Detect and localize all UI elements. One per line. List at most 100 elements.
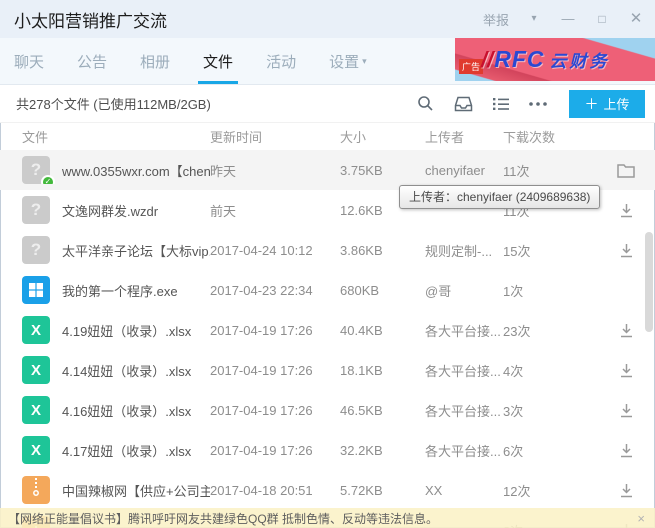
close-button[interactable]: ✕ <box>627 10 645 28</box>
file-name: 4.14妞妞（收录）.xlsx <box>62 363 192 379</box>
file-downloads: 3次 <box>503 403 524 419</box>
file-time: 前天 <box>210 203 237 219</box>
tab-label: 文件 <box>203 53 234 71</box>
file-time: 2017-04-18 20:51 <box>210 482 313 498</box>
inbox-icon <box>454 96 473 112</box>
list-view-icon <box>493 97 509 111</box>
download-icon[interactable] <box>619 483 634 498</box>
uploader-tooltip: 上传者：chenyifaer (2409689638) <box>399 185 601 209</box>
file-downloads: 1次 <box>503 283 524 299</box>
file-downloads: 12次 <box>503 483 531 499</box>
search-button[interactable] <box>417 95 434 112</box>
notice-text: 【网络正能量倡议书】腾讯呼吁网友共建绿色QQ群 抵制色情、反动等违法信息。 <box>8 511 439 526</box>
column-header-updated[interactable]: 更新时间 <box>210 127 340 146</box>
tab-label: 活动 <box>266 53 297 71</box>
report-button[interactable]: 举报 <box>483 10 509 29</box>
file-uploader[interactable]: @哥 <box>425 281 503 300</box>
file-downloads: 15次 <box>503 243 531 259</box>
minimize-button[interactable]: — <box>559 10 577 28</box>
column-header-downloads[interactable]: 下载次数 <box>503 127 603 146</box>
excel-x-glyph: X <box>30 361 41 379</box>
folder-icon[interactable] <box>617 163 635 178</box>
file-name: 我的第一个程序.exe <box>62 283 178 299</box>
file-name: 4.16妞妞（收录）.xlsx <box>62 403 192 419</box>
column-header-uploader[interactable]: 上传者 <box>425 127 503 146</box>
file-time: 2017-04-19 17:26 <box>210 362 313 378</box>
ad-brand-suffix: 云财务 <box>549 52 610 71</box>
tab-settings[interactable]: 设置 ▾ <box>329 38 367 84</box>
file-size: 40.4KB <box>340 322 383 338</box>
file-uploader[interactable]: 各大平台接... <box>425 361 503 380</box>
file-name: 4.19妞妞（收录）.xlsx <box>62 323 192 339</box>
list-view-button[interactable] <box>493 97 509 111</box>
tab-activity[interactable]: 活动 <box>266 38 296 84</box>
column-header-file[interactable]: 文件 <box>22 127 210 146</box>
unknown-file-icon: ? ✓ <box>22 156 55 184</box>
file-uploader[interactable]: chenyifaer <box>425 163 503 178</box>
ad-tag-label: 广告 <box>459 59 484 74</box>
excel-file-icon: X <box>22 396 50 424</box>
table-row[interactable]: 我的第一个程序.exe 2017-04-23 22:34 680KB @哥 1次 <box>0 270 655 310</box>
more-button[interactable] <box>529 101 547 106</box>
file-uploader[interactable]: 各大平台接... <box>425 401 503 420</box>
file-name: 太平洋亲子论坛【大标vip... <box>62 243 210 259</box>
excel-x-glyph: X <box>30 401 41 419</box>
file-time: 2017-04-19 17:26 <box>210 442 313 458</box>
download-icon[interactable] <box>619 323 634 338</box>
file-size: 5.72KB <box>340 482 383 498</box>
file-uploader[interactable]: 规则定制-... <box>425 241 503 260</box>
file-size: 680KB <box>340 282 380 298</box>
file-time: 昨天 <box>210 163 237 179</box>
table-row[interactable]: X 4.16妞妞（收录）.xlsx 2017-04-19 17:26 46.5K… <box>0 390 655 430</box>
table-row[interactable]: X 4.19妞妞（收录）.xlsx 2017-04-19 17:26 40.4K… <box>0 310 655 350</box>
notice-bar: 【网络正能量倡议书】腾讯呼吁网友共建绿色QQ群 抵制色情、反动等违法信息。 × <box>0 508 655 528</box>
download-icon[interactable] <box>619 443 634 458</box>
table-row[interactable]: ? 太平洋亲子论坛【大标vip... 2017-04-24 10:12 3.86… <box>0 230 655 270</box>
ad-banner[interactable]: 广告 //RFC 云财务 <box>455 38 655 81</box>
excel-file-icon: X <box>22 436 50 464</box>
file-toolbar: 共278个文件 (已使用112MB/2GB) ＋ 上传 <box>0 85 655 122</box>
download-icon[interactable] <box>619 243 634 258</box>
inbox-button[interactable] <box>454 96 473 112</box>
table-row[interactable]: ? ✓ www.0355wxr.com【chen... 昨天 3.75KB che… <box>0 150 655 190</box>
table-row[interactable]: X 4.14妞妞（收录）.xlsx 2017-04-19 17:26 18.1K… <box>0 350 655 390</box>
tab-label: 相册 <box>140 53 171 71</box>
upload-button-label: 上传 <box>603 97 630 112</box>
file-uploader[interactable]: 各大平台接... <box>425 321 503 340</box>
file-uploader[interactable]: 各大平台接... <box>425 441 503 460</box>
tab-announcement[interactable]: 公告 <box>77 38 107 84</box>
close-icon[interactable]: × <box>637 511 645 526</box>
scrollbar[interactable] <box>645 232 653 332</box>
upload-button[interactable]: ＋ 上传 <box>569 89 645 118</box>
excel-file-icon: X <box>22 356 50 384</box>
file-time: 2017-04-19 17:26 <box>210 322 313 338</box>
tab-files[interactable]: 文件 <box>198 38 239 84</box>
maximize-button[interactable]: □ <box>593 10 611 28</box>
zip-file-icon <box>22 476 50 504</box>
title-bar: 小太阳营销推广交流 举报 ▾ — □ ✕ <box>0 0 655 38</box>
download-icon[interactable] <box>619 363 634 378</box>
file-size: 32.2KB <box>340 442 383 458</box>
download-icon[interactable] <box>619 403 634 418</box>
tab-label: 设置 <box>329 53 360 71</box>
download-icon[interactable] <box>619 203 634 218</box>
file-size: 46.5KB <box>340 402 383 418</box>
file-time: 2017-04-24 10:12 <box>210 242 313 258</box>
table-row[interactable]: X 4.17妞妞（收录）.xlsx 2017-04-19 17:26 32.2K… <box>0 430 655 470</box>
file-count-summary: 共278个文件 (已使用112MB/2GB) <box>16 97 211 112</box>
unknown-file-icon: ? <box>22 236 50 264</box>
ad-slash-decoration: // <box>481 47 494 72</box>
tab-chat[interactable]: 聊天 <box>14 38 44 84</box>
file-downloads: 4次 <box>503 363 524 379</box>
table-row[interactable]: 中国辣椒网【供应+公司主... 2017-04-18 20:51 5.72KB … <box>0 470 655 510</box>
file-uploader[interactable]: XX <box>425 483 503 498</box>
file-name: 4.17妞妞（收录）.xlsx <box>62 443 192 459</box>
column-header-size[interactable]: 大小 <box>340 127 425 146</box>
file-time: 2017-04-19 17:26 <box>210 402 313 418</box>
chevron-down-icon[interactable]: ▾ <box>525 10 543 28</box>
question-glyph: ? <box>30 240 42 259</box>
windows-exe-icon <box>22 276 50 304</box>
file-name: www.0355wxr.com【chen... <box>62 163 210 179</box>
excel-x-glyph: X <box>30 441 41 459</box>
tab-album[interactable]: 相册 <box>140 38 170 84</box>
